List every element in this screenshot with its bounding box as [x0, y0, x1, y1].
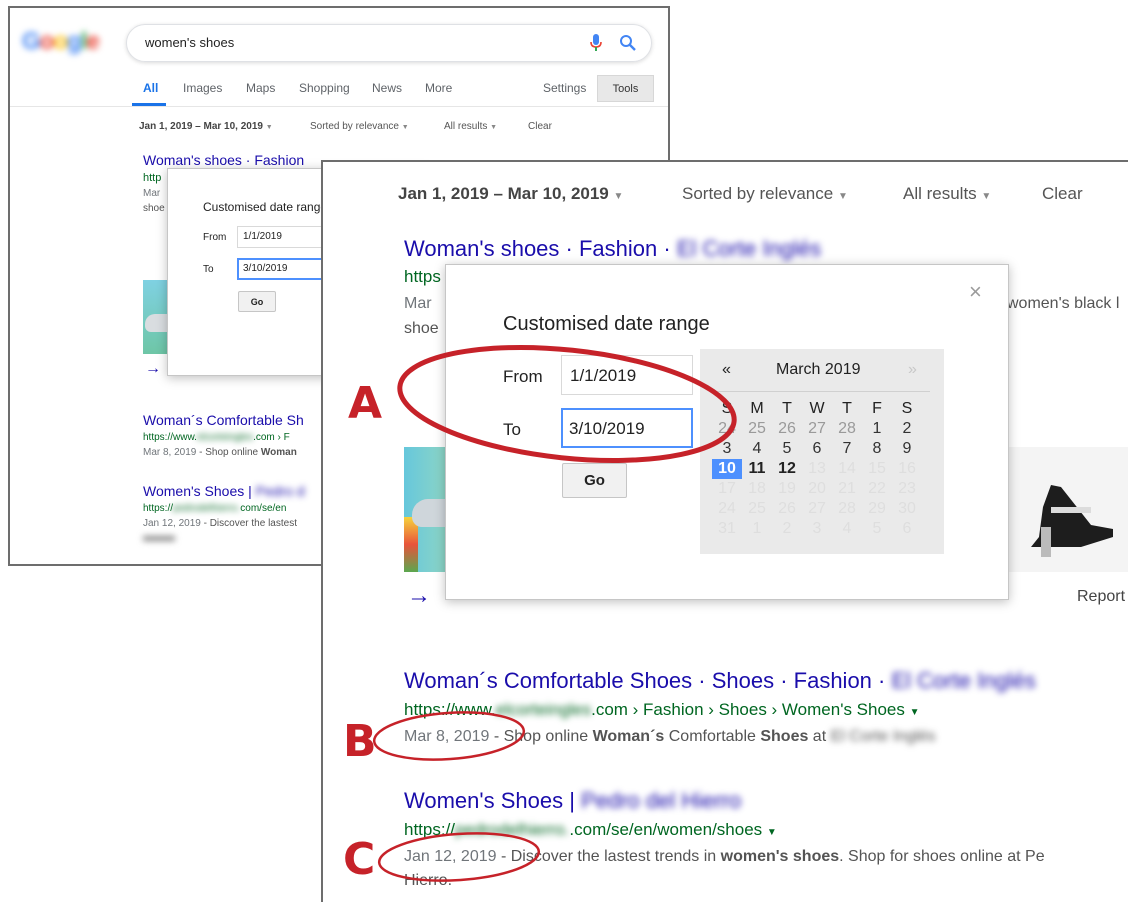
annotation-label-c: C: [343, 834, 376, 885]
annotation-label-a: A: [348, 378, 383, 429]
annotation-label-b: B: [343, 716, 377, 767]
annotation-ellipse-a: [372, 344, 737, 882]
